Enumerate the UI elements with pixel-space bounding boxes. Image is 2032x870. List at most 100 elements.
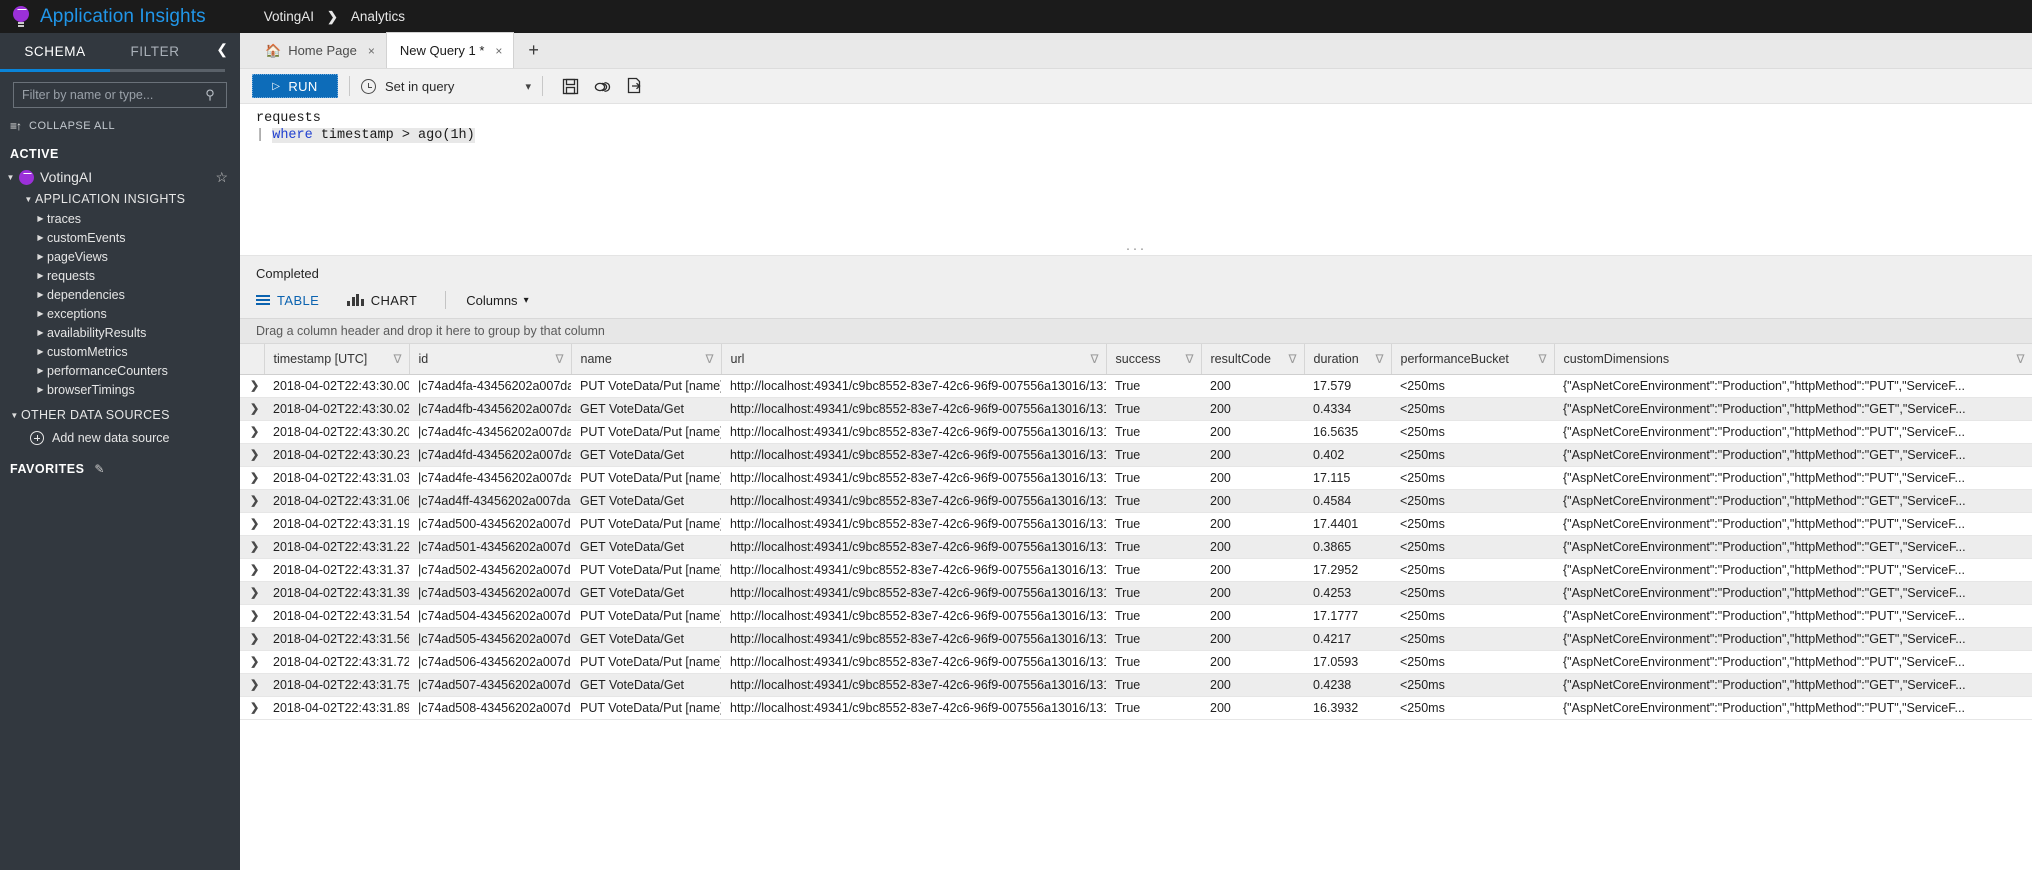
table-row[interactable]: ❯ 2018-04-02T22:43:31.197 |c74ad500-434562…: [240, 512, 2032, 536]
row-expander-icon[interactable]: ❯: [240, 374, 264, 398]
column-header-name[interactable]: name ∇: [571, 344, 722, 375]
row-expander-icon[interactable]: ❯: [240, 581, 264, 605]
table-row[interactable]: ❯ 2018-04-02T22:43:31.399 |c74ad503-434562…: [240, 581, 2032, 605]
row-expander-icon[interactable]: ❯: [240, 558, 264, 582]
filter-icon[interactable]: ∇: [1090, 352, 1098, 366]
run-button[interactable]: ▷ RUN: [252, 74, 338, 98]
add-new-data-source-button[interactable]: Add new data source: [0, 426, 240, 450]
breadcrumb-item-resource[interactable]: VotingAI: [264, 9, 314, 24]
column-header-success[interactable]: success ∇: [1106, 344, 1202, 375]
chevron-right-icon[interactable]: ▶: [34, 347, 47, 356]
chevron-right-icon[interactable]: ▶: [34, 233, 47, 242]
table-row[interactable]: ❯ 2018-04-02T22:43:30.233 |c74ad4fd-434562…: [240, 443, 2032, 467]
close-icon[interactable]: ×: [495, 44, 502, 58]
table-row[interactable]: ❯ 2018-04-02T22:43:31.725 |c74ad506-434562…: [240, 650, 2032, 674]
tab-chart-view[interactable]: CHART: [347, 293, 445, 308]
table-row[interactable]: ❯ 2018-04-02T22:43:31.064 |c74ad4ff-434562…: [240, 489, 2032, 513]
filter-icon[interactable]: ∇: [1538, 352, 1546, 366]
sidebar-item-votingai[interactable]: ▼ VotingAI ☆: [0, 165, 240, 189]
row-expander-icon[interactable]: ❯: [240, 420, 264, 444]
group-by-dropzone[interactable]: Drag a column header and drop it here to…: [240, 318, 2032, 344]
row-expander-icon[interactable]: ❯: [240, 443, 264, 467]
tab-home-page[interactable]: 🏠 Home Page ×: [252, 33, 386, 68]
sidebar-item-browsertimings[interactable]: ▶ browserTimings: [0, 380, 240, 399]
column-header-id[interactable]: id ∇: [409, 344, 572, 375]
filter-icon[interactable]: ∇: [1185, 352, 1193, 366]
table-row[interactable]: ❯ 2018-04-02T22:43:31.750 |c74ad507-434562…: [240, 673, 2032, 697]
schema-filter-box[interactable]: ⚲: [13, 82, 227, 108]
column-header-timestamputc[interactable]: timestamp [UTC] ∇: [264, 344, 410, 375]
table-row[interactable]: ❯ 2018-04-02T22:43:31.038 |c74ad4fe-434562…: [240, 466, 2032, 490]
row-expander-icon[interactable]: ❯: [240, 604, 264, 628]
sidebar-group-other-data-sources[interactable]: ▼ OTHER DATA SOURCES: [0, 404, 240, 426]
filter-icon[interactable]: ∇: [2016, 352, 2024, 366]
sidebar-tab-filter[interactable]: FILTER: [110, 44, 200, 59]
table-row[interactable]: ❯ 2018-04-02T22:43:30.029 |c74ad4fb-434562…: [240, 397, 2032, 421]
collapse-all-button[interactable]: ≡↑ COLLAPSE ALL: [0, 108, 240, 137]
columns-button[interactable]: Columns ▾: [466, 293, 528, 308]
column-header-url[interactable]: url ∇: [721, 344, 1107, 375]
row-expander-icon[interactable]: ❯: [240, 627, 264, 651]
chevron-down-icon[interactable]: ▾: [525, 80, 531, 93]
link-icon[interactable]: [586, 73, 618, 99]
tab-new-query-1[interactable]: New Query 1 * ×: [385, 32, 515, 68]
search-input[interactable]: [14, 88, 200, 102]
breadcrumb-item-analytics[interactable]: Analytics: [351, 9, 405, 24]
sidebar-item-traces[interactable]: ▶ traces: [0, 209, 240, 228]
sidebar-item-custommetrics[interactable]: ▶ customMetrics: [0, 342, 240, 361]
sidebar-item-dependencies[interactable]: ▶ dependencies: [0, 285, 240, 304]
table-row[interactable]: ❯ 2018-04-02T22:43:30.209 |c74ad4fc-434562…: [240, 420, 2032, 444]
row-expander-icon[interactable]: ❯: [240, 535, 264, 559]
row-expander-icon[interactable]: ❯: [240, 512, 264, 536]
export-icon[interactable]: [618, 73, 650, 99]
column-header-resultcode[interactable]: resultCode ∇: [1201, 344, 1305, 375]
chevron-down-icon[interactable]: ▼: [22, 195, 35, 204]
filter-icon[interactable]: ∇: [393, 352, 401, 366]
code-line-2[interactable]: | where timestamp > ago(1h): [240, 127, 2032, 144]
sidebar-group-application-insights[interactable]: ▼ APPLICATION INSIGHTS: [0, 189, 240, 209]
table-row[interactable]: ❯ 2018-04-02T22:43:31.375 |c74ad502-434562…: [240, 558, 2032, 582]
query-editor[interactable]: requests | where timestamp > ago(1h) ···: [240, 104, 2032, 256]
table-row[interactable]: ❯ 2018-04-02T22:43:31.541 |c74ad504-434562…: [240, 604, 2032, 628]
tab-table-view[interactable]: TABLE: [256, 293, 347, 308]
row-expander-icon[interactable]: ❯: [240, 696, 264, 720]
close-icon[interactable]: ×: [368, 44, 375, 58]
chevron-right-icon[interactable]: ▶: [34, 271, 47, 280]
row-expander-icon[interactable]: ❯: [240, 489, 264, 513]
sidebar-item-availabilityresults[interactable]: ▶ availabilityResults: [0, 323, 240, 342]
filter-icon[interactable]: ∇: [1288, 352, 1296, 366]
chevron-right-icon[interactable]: ▶: [34, 385, 47, 394]
chevron-right-icon[interactable]: ▶: [34, 309, 47, 318]
column-header-performancebucket[interactable]: performanceBucket ∇: [1391, 344, 1555, 375]
table-row[interactable]: ❯ 2018-04-02T22:43:31.566 |c74ad505-434562…: [240, 627, 2032, 651]
column-header-customdimensions[interactable]: customDimensions ∇: [1554, 344, 2032, 375]
sidebar-item-customevents[interactable]: ▶ customEvents: [0, 228, 240, 247]
chevron-left-icon[interactable]: ❮: [216, 42, 228, 56]
chevron-down-icon[interactable]: ▼: [8, 411, 21, 420]
star-icon[interactable]: ☆: [215, 169, 228, 186]
chevron-right-icon[interactable]: ▶: [34, 252, 47, 261]
sidebar-tab-schema[interactable]: SCHEMA: [0, 44, 110, 59]
row-expander-icon[interactable]: ❯: [240, 397, 264, 421]
chevron-right-icon[interactable]: ▶: [34, 214, 47, 223]
drag-handle-icon[interactable]: ···: [240, 241, 2032, 256]
sidebar-item-requests[interactable]: ▶ requests: [0, 266, 240, 285]
new-tab-button[interactable]: +: [514, 33, 553, 68]
filter-icon[interactable]: ∇: [555, 352, 563, 366]
row-expander-icon[interactable]: ❯: [240, 673, 264, 697]
chevron-right-icon[interactable]: ▶: [34, 290, 47, 299]
table-row[interactable]: ❯ 2018-04-02T22:43:30.004 |c74ad4fa-434562…: [240, 374, 2032, 398]
sidebar-item-pageviews[interactable]: ▶ pageViews: [0, 247, 240, 266]
chevron-right-icon[interactable]: ▶: [34, 366, 47, 375]
chevron-down-icon[interactable]: ▼: [4, 173, 17, 182]
filter-icon[interactable]: ∇: [1375, 352, 1383, 366]
filter-icon[interactable]: ∇: [705, 352, 713, 366]
pencil-icon[interactable]: ✎: [94, 462, 105, 476]
sidebar-item-exceptions[interactable]: ▶ exceptions: [0, 304, 240, 323]
row-expander-icon[interactable]: ❯: [240, 466, 264, 490]
code-line-1[interactable]: requests: [240, 110, 2032, 127]
sidebar-item-performancecounters[interactable]: ▶ performanceCounters: [0, 361, 240, 380]
column-header-duration[interactable]: duration ∇: [1304, 344, 1392, 375]
row-expander-icon[interactable]: ❯: [240, 650, 264, 674]
chevron-right-icon[interactable]: ▶: [34, 328, 47, 337]
